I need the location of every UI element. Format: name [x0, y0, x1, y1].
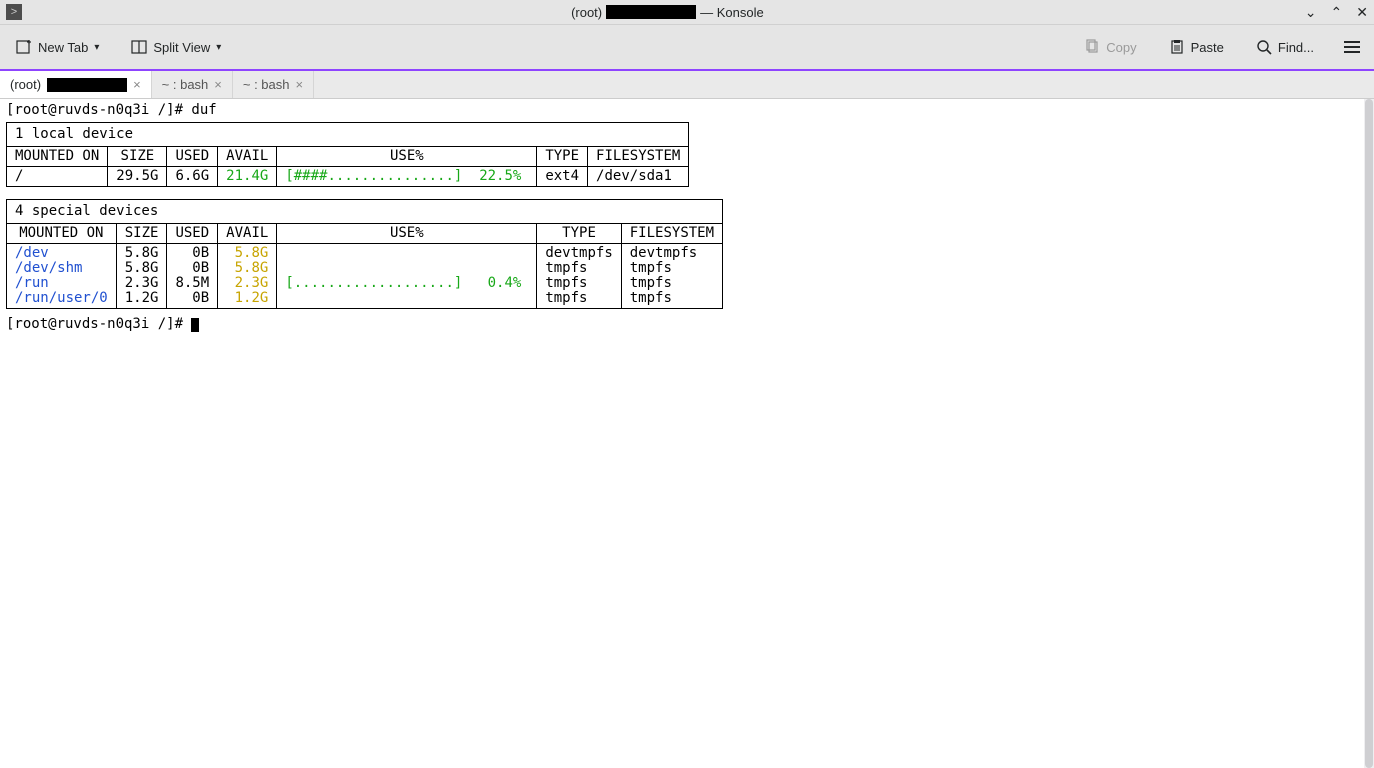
- title-redacted: [606, 5, 696, 19]
- cell-fs: devtmpfs tmpfs tmpfs tmpfs: [621, 244, 722, 309]
- window-close-icon[interactable]: ✕: [1356, 4, 1368, 21]
- cell-avail: 5.8G 5.8G 2.3G 1.2G: [218, 244, 277, 309]
- col-avail: AVAIL: [218, 147, 277, 167]
- col-mounted: MOUNTED ON: [7, 224, 117, 244]
- tab-1[interactable]: (root) ×: [0, 71, 152, 98]
- tab-3-close-icon[interactable]: ×: [296, 77, 304, 92]
- tab-2[interactable]: ~ : bash ×: [152, 71, 233, 98]
- col-filesystem: FILESYSTEM: [621, 224, 722, 244]
- cell-used: 6.6G: [167, 167, 218, 187]
- table-header-row: MOUNTED ON SIZE USED AVAIL USE% TYPE FIL…: [7, 147, 689, 167]
- col-usepct: USE%: [277, 147, 537, 167]
- tabbar: (root) × ~ : bash × ~ : bash ×: [0, 69, 1374, 99]
- window-title: (root) — Konsole: [30, 5, 1305, 20]
- cell-size: 5.8G 5.8G 2.3G 1.2G: [116, 244, 167, 309]
- cell-usepct: [...................] 0.4%: [277, 244, 537, 309]
- col-type: TYPE: [537, 224, 621, 244]
- col-size: SIZE: [108, 147, 167, 167]
- chevron-down-icon[interactable]: ▾: [94, 42, 99, 53]
- cell-avail: 21.4G: [218, 167, 277, 187]
- copy-icon: [1084, 39, 1100, 55]
- new-tab-button[interactable]: New Tab ▾: [10, 35, 105, 59]
- new-tab-label: New Tab: [38, 40, 88, 55]
- tab-1-redacted: [47, 78, 127, 92]
- cell-mounted: /: [7, 167, 108, 187]
- local-devices-table: 1 local device MOUNTED ON SIZE USED AVAI…: [6, 122, 689, 187]
- cell-used: 0B 0B 8.5M 0B: [167, 244, 218, 309]
- cell-type: ext4: [537, 167, 588, 187]
- col-size: SIZE: [116, 224, 167, 244]
- col-avail: AVAIL: [218, 224, 277, 244]
- cell-fs: /dev/sda1: [588, 167, 689, 187]
- cell-mounted: /dev /dev/shm /run /run/user/0: [7, 244, 117, 309]
- copy-button: Copy: [1078, 35, 1142, 59]
- paste-button[interactable]: Paste: [1163, 35, 1230, 59]
- search-icon: [1256, 39, 1272, 55]
- tab-3[interactable]: ~ : bash ×: [233, 71, 314, 98]
- title-prefix: (root): [571, 5, 602, 20]
- local-caption: 1 local device: [7, 123, 689, 147]
- tab-3-label: ~ : bash: [243, 77, 290, 92]
- cell-usepct: [####...............] 22.5%: [277, 167, 537, 187]
- tab-2-label: ~ : bash: [162, 77, 209, 92]
- new-tab-icon: [16, 39, 32, 55]
- cell-type: devtmpfs tmpfs tmpfs tmpfs: [537, 244, 621, 309]
- chevron-down-icon[interactable]: ▾: [216, 42, 221, 53]
- hamburger-menu-icon[interactable]: [1340, 37, 1364, 57]
- scrollbar[interactable]: [1364, 99, 1374, 768]
- copy-label: Copy: [1106, 40, 1136, 55]
- find-button[interactable]: Find...: [1250, 35, 1320, 59]
- paste-label: Paste: [1191, 40, 1224, 55]
- konsole-app-icon: >: [6, 4, 22, 20]
- special-devices-table: 4 special devices MOUNTED ON SIZE USED A…: [6, 199, 723, 309]
- table-row: / 29.5G 6.6G 21.4G [####...............]…: [7, 167, 689, 187]
- title-suffix: — Konsole: [700, 5, 764, 20]
- tab-1-close-icon[interactable]: ×: [133, 77, 141, 92]
- table-header-row: MOUNTED ON SIZE USED AVAIL USE% TYPE FIL…: [7, 224, 723, 244]
- split-view-label: Split View: [153, 40, 210, 55]
- split-view-button[interactable]: Split View ▾: [125, 35, 227, 59]
- table-row: /dev /dev/shm /run /run/user/0 5.8G 5.8G…: [7, 244, 723, 309]
- col-used: USED: [167, 224, 218, 244]
- prompt-line-2: [root@ruvds-n0q3i /]#: [6, 317, 1368, 332]
- tab-1-prefix: (root): [10, 77, 41, 92]
- window-maximize-icon[interactable]: ⌃: [1331, 4, 1343, 21]
- split-view-icon: [131, 39, 147, 55]
- col-used: USED: [167, 147, 218, 167]
- cell-size: 29.5G: [108, 167, 167, 187]
- terminal-viewport[interactable]: [root@ruvds-n0q3i /]# duf 1 local device…: [0, 99, 1374, 768]
- paste-icon: [1169, 39, 1185, 55]
- window-minimize-icon[interactable]: ⌄: [1305, 4, 1317, 21]
- titlebar: > (root) — Konsole ⌄ ⌃ ✕: [0, 0, 1374, 25]
- cursor-icon: [191, 318, 199, 332]
- find-label: Find...: [1278, 40, 1314, 55]
- tab-2-close-icon[interactable]: ×: [214, 77, 222, 92]
- col-filesystem: FILESYSTEM: [588, 147, 689, 167]
- scrollbar-thumb[interactable]: [1365, 99, 1373, 768]
- toolbar: New Tab ▾ Split View ▾ Copy Paste Find..…: [0, 25, 1374, 69]
- col-mounted: MOUNTED ON: [7, 147, 108, 167]
- col-type: TYPE: [537, 147, 588, 167]
- col-usepct: USE%: [277, 224, 537, 244]
- special-caption: 4 special devices: [7, 200, 723, 224]
- prompt-line-1: [root@ruvds-n0q3i /]# duf: [6, 103, 1368, 118]
